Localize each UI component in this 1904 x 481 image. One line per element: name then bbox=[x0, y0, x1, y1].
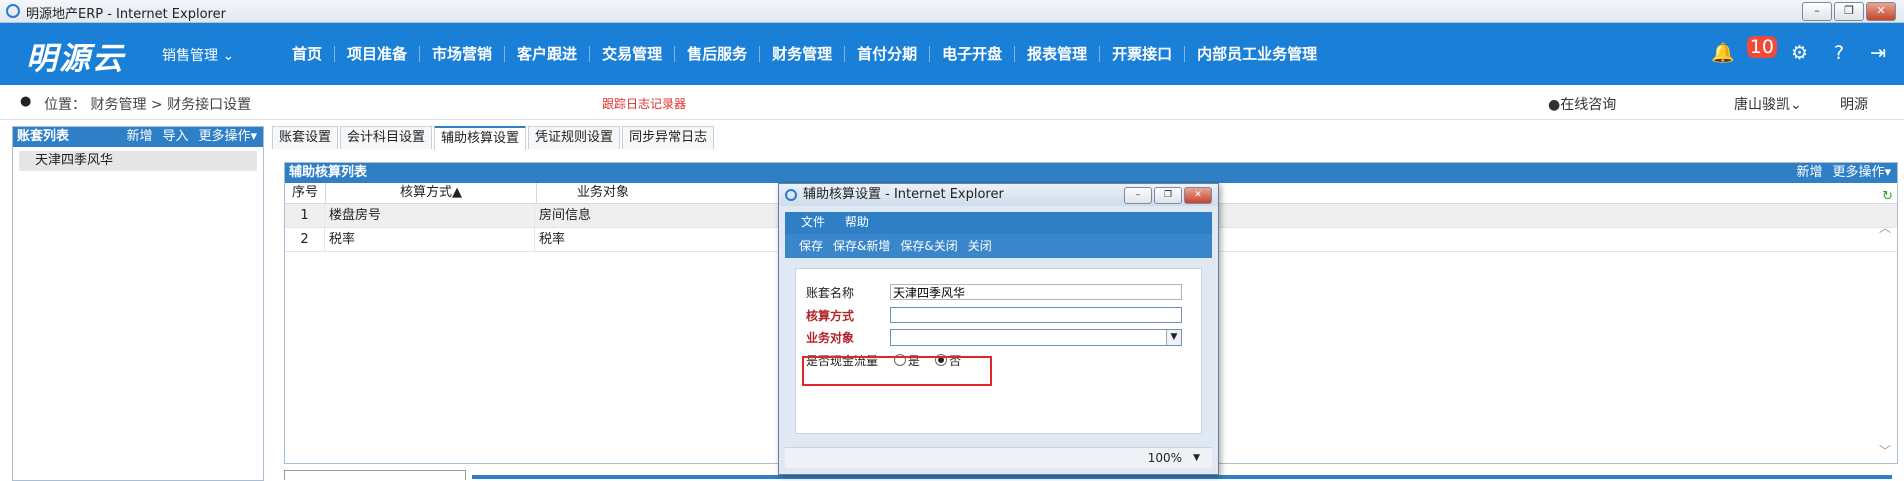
nav-item[interactable]: 内部员工业务管理 bbox=[1184, 46, 1329, 62]
col-method[interactable]: 核算方式▲ bbox=[326, 183, 537, 203]
dialog-minimize-button[interactable]: – bbox=[1124, 187, 1152, 204]
grid-more-button[interactable]: 更多操作▾ bbox=[1832, 163, 1891, 183]
dialog-titlebar: 辅助核算设置 - Internet Explorer – ❐ ✕ bbox=[779, 184, 1218, 206]
notification-badge: 10 bbox=[1746, 36, 1777, 58]
minimize-button[interactable]: – bbox=[1802, 2, 1832, 21]
window-controls: – ❐ ✕ bbox=[1802, 2, 1896, 21]
tab-subject[interactable]: 会计科目设置 bbox=[340, 126, 433, 149]
nav-item[interactable]: 售后服务 bbox=[674, 46, 759, 62]
panel-title: 账套列表 bbox=[17, 129, 70, 144]
dialog-title: 辅助核算设置 - Internet Explorer bbox=[803, 187, 1004, 202]
menu-help[interactable]: 帮助 bbox=[845, 215, 869, 229]
nav-item[interactable]: 首付分期 bbox=[844, 46, 929, 62]
user-name[interactable]: 明源 bbox=[1840, 94, 1868, 114]
close-dialog-button[interactable]: 关闭 bbox=[968, 234, 992, 258]
tab-sync-log[interactable]: 同步异常日志 bbox=[622, 126, 715, 149]
nav-item-home[interactable]: 首页 bbox=[280, 46, 334, 62]
save-button[interactable]: 保存 bbox=[799, 234, 823, 258]
restore-button[interactable]: ❐ bbox=[1834, 2, 1864, 21]
zoom-dropdown-icon[interactable]: ▼ bbox=[1193, 448, 1200, 468]
dialog-form: 账套名称 核算方式 业务对象 ▼ 是否现金流量 是 否 bbox=[795, 268, 1202, 434]
ie-icon bbox=[6, 4, 20, 18]
list-item[interactable]: 天津四季风华 bbox=[19, 151, 257, 171]
menu-file[interactable]: 文件 bbox=[801, 215, 825, 229]
ie-icon bbox=[785, 189, 797, 201]
grid-title: 辅助核算列表 bbox=[289, 165, 368, 180]
method-input[interactable] bbox=[890, 307, 1182, 323]
col-index[interactable]: 序号 bbox=[285, 183, 326, 203]
zoom-level[interactable]: 100% bbox=[1148, 448, 1182, 468]
sales-menu[interactable]: 销售管理 ⌄ bbox=[162, 45, 234, 65]
method-label: 核算方式 bbox=[806, 309, 855, 323]
grid-header: 辅助核算列表 新增 更多操作▾ bbox=[285, 163, 1897, 183]
dialog-restore-button[interactable]: ❐ bbox=[1154, 187, 1182, 204]
set-name-row: 账套名称 bbox=[806, 283, 1182, 303]
scroll-down-icon[interactable]: ﹀ bbox=[1879, 442, 1891, 459]
location-pin-icon: ● bbox=[20, 94, 32, 109]
breadcrumb-bar: ● 位置： 财务管理 > 财务接口设置 跟踪日志记录器 ●在线咨询 唐山骏凯⌄ … bbox=[0, 85, 1904, 120]
col-object[interactable]: 业务对象 bbox=[537, 183, 717, 203]
tab-auxiliary[interactable]: 辅助核算设置 bbox=[434, 126, 527, 150]
import-button[interactable]: 导入 bbox=[162, 127, 188, 147]
gear-icon[interactable]: ⚙ bbox=[1791, 42, 1808, 64]
main-nav: 首页 项目准备 市场营销 客户跟进 交易管理 售后服务 财务管理 首付分期 电子… bbox=[280, 23, 1329, 85]
top-navbar: 明源云 销售管理 ⌄ 首页 项目准备 市场营销 客户跟进 交易管理 售后服务 财… bbox=[0, 23, 1904, 85]
nav-item[interactable]: 交易管理 bbox=[589, 46, 674, 62]
scroll-up-icon[interactable]: ︿ bbox=[1879, 219, 1891, 236]
add-button[interactable]: 新增 bbox=[126, 127, 152, 147]
nav-item[interactable]: 市场营销 bbox=[419, 46, 504, 62]
save-close-button[interactable]: 保存&关闭 bbox=[900, 234, 957, 258]
dialog-toolbar: 保存 保存&新增 保存&关闭 关闭 bbox=[785, 234, 1212, 258]
object-label: 业务对象 bbox=[806, 331, 855, 345]
nav-item[interactable]: 报表管理 bbox=[1014, 46, 1099, 62]
dialog-close-button[interactable]: ✕ bbox=[1184, 187, 1212, 204]
grid-add-button[interactable]: 新增 bbox=[1796, 163, 1822, 183]
method-row: 核算方式 bbox=[806, 306, 1182, 326]
account-set-panel: 账套列表 新增 导入 更多操作▾ 天津四季风华 bbox=[12, 126, 264, 481]
nav-item[interactable]: 电子开盘 bbox=[929, 46, 1014, 62]
browser-title: 明源地产ERP - Internet Explorer bbox=[26, 7, 226, 22]
dialog-menubar: 文件 帮助 bbox=[785, 212, 1212, 234]
close-button[interactable]: ✕ bbox=[1866, 2, 1896, 21]
refresh-icon[interactable]: ↻ bbox=[1882, 189, 1893, 204]
tab-account-set[interactable]: 账套设置 bbox=[272, 126, 339, 149]
breadcrumb: 位置： 财务管理 > 财务接口设置 bbox=[44, 97, 252, 113]
browser-titlebar: 明源地产ERP - Internet Explorer – ❐ ✕ bbox=[0, 0, 1904, 23]
highlight-box bbox=[802, 356, 992, 386]
logo: 明源云 bbox=[26, 41, 125, 77]
footer-strip bbox=[472, 475, 1892, 479]
chevron-down-icon: ▼ bbox=[1166, 330, 1181, 345]
dialog-statusbar: 100% ▼ bbox=[785, 447, 1212, 468]
bell-icon[interactable]: 🔔 10 bbox=[1711, 36, 1777, 64]
trace-logger-link[interactable]: 跟踪日志记录器 bbox=[602, 95, 686, 112]
auxiliary-settings-dialog: 辅助核算设置 - Internet Explorer – ❐ ✕ 文件 帮助 保… bbox=[778, 183, 1219, 475]
nav-item[interactable]: 客户跟进 bbox=[504, 46, 589, 62]
set-name-input[interactable] bbox=[890, 284, 1182, 300]
tab-voucher-rules[interactable]: 凭证规则设置 bbox=[528, 126, 621, 149]
online-consult-link[interactable]: ●在线咨询 bbox=[1548, 94, 1616, 114]
logout-icon[interactable]: ⇥ bbox=[1870, 42, 1886, 64]
set-name-label: 账套名称 bbox=[806, 286, 855, 300]
object-select[interactable]: ▼ bbox=[890, 329, 1182, 346]
save-new-button[interactable]: 保存&新增 bbox=[833, 234, 890, 258]
org-selector[interactable]: 唐山骏凯⌄ bbox=[1734, 94, 1802, 114]
help-icon[interactable]: ? bbox=[1834, 42, 1844, 64]
nav-item[interactable]: 财务管理 bbox=[759, 46, 844, 62]
top-icons: 🔔 10 ⚙ ? ⇥ bbox=[1711, 36, 1886, 64]
nav-item[interactable]: 项目准备 bbox=[334, 46, 419, 62]
panel-header: 账套列表 新增 导入 更多操作▾ bbox=[13, 127, 263, 147]
object-row: 业务对象 ▼ bbox=[806, 328, 1182, 348]
tab-bar: 账套设置 会计科目设置 辅助核算设置 凭证规则设置 同步异常日志 bbox=[272, 126, 716, 150]
more-actions-button[interactable]: 更多操作▾ bbox=[198, 127, 257, 147]
nav-item[interactable]: 开票接口 bbox=[1099, 46, 1184, 62]
